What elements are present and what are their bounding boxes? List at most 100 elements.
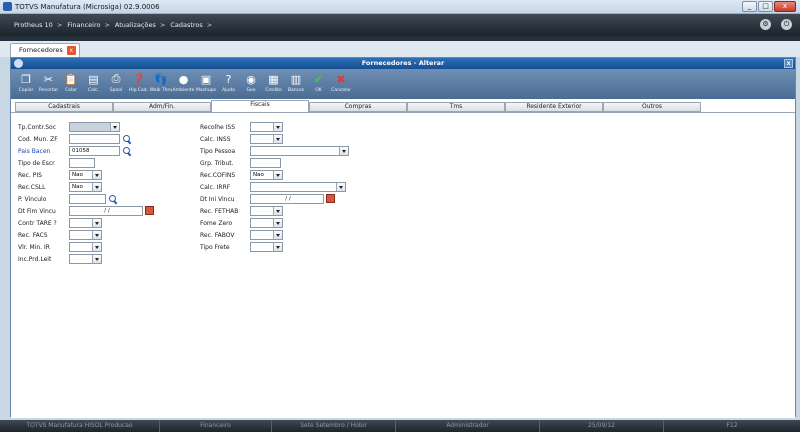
toolbar-spool-button[interactable]: ⎙ Spool — [105, 69, 127, 93]
toolbar-recortar-button[interactable]: ✂ Recortar — [38, 69, 60, 94]
dialog-close-icon[interactable]: x — [784, 59, 793, 68]
exit-icon[interactable]: ⏻ — [781, 19, 792, 30]
calc-inss-select[interactable] — [250, 134, 283, 144]
chevron-down-icon[interactable] — [92, 183, 101, 191]
copy-icon: ❐ — [21, 72, 31, 86]
tab-adm-fin[interactable]: Adm/Fin. — [113, 102, 211, 112]
toolbar-credito-button[interactable]: ▦ Credito — [263, 69, 285, 94]
vlr-min-ir-select[interactable] — [69, 242, 102, 252]
toolbar-bancos-button[interactable]: ▥ Bancos — [285, 69, 307, 94]
chevron-down-icon[interactable] — [273, 171, 282, 179]
chevron-down-icon[interactable] — [92, 255, 101, 263]
p-vinculo-input[interactable] — [69, 194, 106, 204]
chevron-down-icon[interactable] — [92, 171, 101, 179]
close-button[interactable]: x — [774, 1, 796, 12]
chevron-down-icon[interactable] — [92, 231, 101, 239]
chevron-down-icon[interactable] — [273, 123, 282, 131]
document-tab-fornecedores[interactable]: Fornecedores x — [10, 43, 80, 57]
tab-outros[interactable]: Outros — [603, 102, 701, 112]
breadcrumb-cadastros[interactable]: Cadastros — [170, 21, 202, 29]
search-icon[interactable] — [123, 147, 132, 156]
chevron-down-icon[interactable] — [273, 135, 282, 143]
maximize-button[interactable]: □ — [758, 1, 773, 12]
breadcrumb-separator: > — [159, 21, 166, 29]
breadcrumb-protheus[interactable]: Protheus 10 — [14, 21, 53, 29]
tab-residente-exterior[interactable]: Residente Exterior — [505, 102, 603, 112]
contr-tare-select[interactable] — [69, 218, 102, 228]
label-pais-bacen[interactable]: Pais Bacen — [18, 148, 50, 155]
pais-bacen-input[interactable]: 01058 — [69, 146, 120, 156]
rec-facs-select[interactable] — [69, 230, 102, 240]
grp-tribut-input[interactable] — [250, 158, 281, 168]
status-module: Financeiro — [160, 420, 272, 432]
tab-fiscais[interactable]: Fiscais — [211, 100, 309, 112]
chevron-down-icon[interactable] — [273, 219, 282, 227]
toolbar-ambiente-button[interactable]: ● Ambiente — [173, 69, 195, 94]
rec-pis-select[interactable]: Nao — [69, 170, 102, 180]
chevron-down-icon[interactable] — [336, 183, 345, 191]
label-dt-ini-vincu: Dt Ini Vincu — [200, 196, 235, 203]
status-environment: TOTVS Manufatura HISOL Producao — [0, 420, 160, 432]
dialog-title: Fornecedores - Alterar — [361, 59, 445, 67]
toolbar-ajuda-button[interactable]: ? Ajuda — [218, 69, 240, 94]
cod-mun-zf-input[interactable] — [69, 134, 120, 144]
question-icon: ? — [225, 72, 232, 86]
tipo-escr-input[interactable] — [69, 158, 95, 168]
search-icon[interactable] — [123, 135, 132, 144]
label-rec-pis: Rec. PIS — [18, 172, 42, 179]
tipo-pessoa-select[interactable] — [250, 146, 349, 156]
tp-contr-soc-select[interactable] — [69, 122, 120, 132]
search-icon[interactable] — [109, 195, 118, 204]
chevron-down-icon[interactable] — [110, 123, 119, 131]
credit-icon: ▦ — [268, 72, 279, 86]
fome-zero-select[interactable] — [250, 218, 283, 228]
toolbar-calc-button[interactable]: ▤ Calc. — [83, 69, 105, 94]
window-title: TOTVS Manufatura (Microsiga) 02.9.0006 — [15, 2, 160, 11]
label-rec-facs: Rec. FACS — [18, 232, 48, 239]
scissors-icon: ✂ — [43, 72, 54, 86]
minimize-button[interactable]: _ — [742, 1, 757, 12]
calc-irrf-select[interactable] — [250, 182, 346, 192]
settings-icon[interactable]: ⚙ — [760, 19, 771, 30]
rec-fabov-select[interactable] — [250, 230, 283, 240]
rec-cofins-select[interactable]: Nao — [250, 170, 283, 180]
rec-csll-select[interactable]: Nao — [69, 182, 102, 192]
label-contr-tare: Contr TARE ? — [18, 220, 57, 227]
toolbar-copiar-button[interactable]: ❐ Copiar — [15, 69, 37, 94]
tab-tms[interactable]: Tms — [407, 102, 505, 112]
chevron-down-icon[interactable] — [339, 147, 348, 155]
tipo-frete-select[interactable] — [250, 242, 283, 252]
recolhe-iss-select[interactable] — [250, 122, 283, 132]
close-tab-icon[interactable]: x — [66, 46, 76, 55]
help-register-icon: ❓ — [131, 72, 146, 86]
status-shortcut: F12 — [726, 422, 738, 429]
footsteps-icon: 👣 — [154, 72, 168, 86]
breadcrumb-financeiro[interactable]: Financeiro — [67, 21, 100, 29]
toolbar-hlpcad-button[interactable]: ❓ Hlp.Cad. — [128, 69, 150, 94]
chevron-down-icon[interactable] — [273, 243, 282, 251]
fornecedores-dialog: Fornecedores - Alterar x ❐ Copiar ✂ Recort… — [10, 57, 796, 418]
toolbar-cancelar-button[interactable]: ✖ Cancelar — [330, 69, 352, 94]
calendar-icon[interactable] — [145, 206, 154, 215]
inc-prd-leit-select[interactable] — [69, 254, 102, 264]
label-calc-irrf: Calc. IRRF — [200, 184, 231, 191]
toolbar-colar-button[interactable]: 📋 Colar — [60, 69, 82, 94]
window-titlebar: TOTVS Manufatura (Microsiga) 02.9.0006 _… — [0, 0, 800, 14]
breadcrumb-atualizacoes[interactable]: Atualizações — [115, 21, 156, 29]
chevron-down-icon[interactable] — [92, 219, 101, 227]
toolbar-mashups-button[interactable]: ▣ Mashups — [195, 69, 217, 94]
dt-fim-vincu-input[interactable]: / / — [69, 206, 143, 216]
toolbar-geo-button[interactable]: ◉ Geo — [240, 69, 262, 94]
chevron-down-icon[interactable] — [273, 207, 282, 215]
tab-compras[interactable]: Compras — [309, 102, 407, 112]
chevron-down-icon[interactable] — [92, 243, 101, 251]
toolbar-ok-button[interactable]: ✔ OK — [308, 69, 330, 94]
chevron-down-icon[interactable] — [273, 231, 282, 239]
label-fome-zero: Fome Zero — [200, 220, 233, 227]
rec-fethab-select[interactable] — [250, 206, 283, 216]
tab-cadastrais[interactable]: Cadastrais — [15, 102, 113, 112]
breadcrumb-separator: > — [104, 21, 110, 29]
calendar-icon[interactable] — [326, 194, 335, 203]
dt-ini-vincu-input[interactable]: / / — [250, 194, 324, 204]
toolbar-walkthru-button[interactable]: 👣 Walk Thru — [150, 69, 173, 94]
